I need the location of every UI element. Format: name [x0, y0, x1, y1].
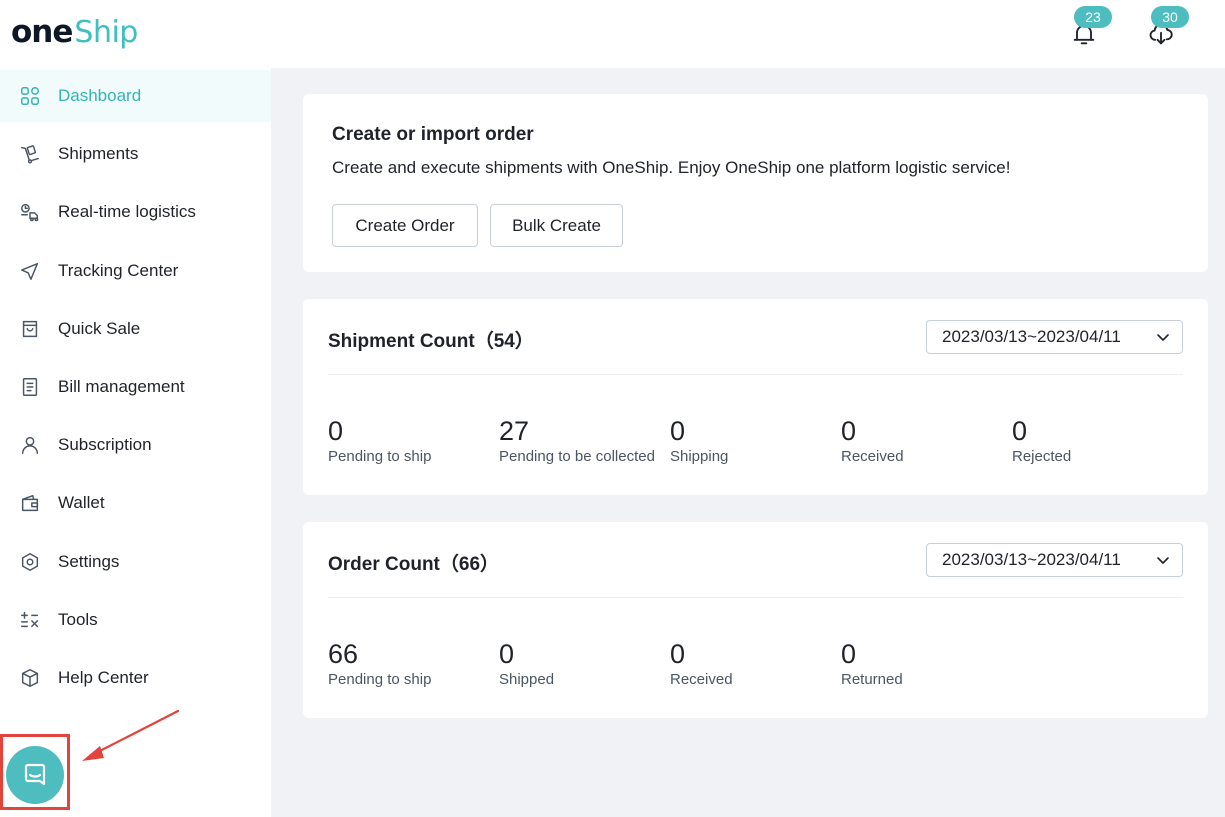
sidebar-item-settings[interactable]: Settings: [0, 536, 271, 588]
stat-received: 0 Received: [841, 416, 1011, 465]
stat-value: 0: [670, 639, 686, 669]
sidebar-item-real-time-logistics[interactable]: Real-time logistics: [0, 186, 271, 238]
stat-rejected: 0 Rejected: [1012, 416, 1182, 465]
sidebar-item-tracking-center[interactable]: Tracking Center: [0, 245, 271, 297]
sidebar-item-shipments[interactable]: Shipments: [0, 128, 271, 180]
chat-icon: [24, 763, 46, 786]
sidebar-item-label: Tracking Center: [58, 261, 179, 280]
stat-value: 0: [670, 416, 686, 446]
create-card-title: Create or import order: [332, 124, 534, 145]
stat-label: Pending to ship: [328, 448, 432, 465]
stat-label: Pending to be collected: [499, 448, 655, 465]
wallet-icon: [18, 491, 42, 515]
create-order-card: Create or import order Create and execut…: [303, 94, 1208, 272]
stat-label: Pending to ship: [328, 671, 432, 688]
logo-one: ONE: [11, 14, 73, 50]
stat-value: 27: [499, 416, 530, 446]
top-header: ONE Ship 23 30: [0, 0, 1225, 68]
sidebar-item-subscription[interactable]: Subscription: [0, 419, 271, 471]
divider: [328, 374, 1183, 375]
shipments-icon: [18, 142, 42, 166]
sidebar-item-dashboard[interactable]: Dashboard: [0, 70, 271, 122]
create-card-description: Create and execute shipments with OneShi…: [332, 158, 1011, 177]
chevron-down-icon: [1157, 557, 1169, 564]
sidebar-item-wallet[interactable]: Wallet: [0, 477, 271, 529]
navigation-icon: [18, 259, 42, 283]
stat-value: 0: [328, 416, 344, 446]
user-icon: [18, 433, 42, 457]
stat-returned: 0 Returned: [841, 639, 1011, 688]
order-date-range-picker[interactable]: 2023/03/13~2023/04/11: [926, 543, 1183, 577]
stat-label: Shipping: [670, 448, 729, 465]
downloads-badge: 30: [1151, 6, 1189, 28]
order-count-title: Order Count（66）: [328, 554, 500, 575]
stat-shipping: 0 Shipping: [670, 416, 840, 465]
notifications-badge: 23: [1074, 6, 1112, 28]
sidebar-item-label: Dashboard: [58, 86, 142, 105]
sidebar: Dashboard Shipments Real-time logistics …: [0, 68, 271, 708]
stat-received: 0 Received: [670, 639, 840, 688]
sidebar-item-help-center[interactable]: Help Center: [0, 652, 271, 704]
sidebar-item-bill-management[interactable]: Bill management: [0, 361, 271, 413]
shopping-bag-icon: [18, 317, 42, 341]
stat-label: Returned: [841, 671, 903, 688]
shipment-date-range-value: 2023/03/13~2023/04/11: [942, 327, 1121, 346]
box-icon: [18, 666, 42, 690]
sidebar-item-label: Wallet: [58, 493, 105, 512]
create-order-button[interactable]: Create Order: [332, 204, 478, 247]
divider: [328, 597, 1183, 598]
notifications-button[interactable]: 23: [1070, 6, 1112, 48]
dashboard-icon: [18, 84, 42, 108]
sidebar-item-label: Help Center: [58, 668, 149, 687]
stat-label: Received: [841, 448, 904, 465]
sidebar-item-label: Subscription: [58, 435, 152, 454]
stat-pending-to-ship: 0 Pending to ship: [328, 416, 498, 465]
stat-value: 0: [1012, 416, 1028, 446]
stat-label: Shipped: [499, 671, 555, 688]
oneship-logo[interactable]: ONE Ship: [11, 12, 138, 52]
hexagon-settings-icon: [18, 550, 42, 574]
sidebar-item-tools[interactable]: Tools: [0, 594, 271, 646]
calculator-icon: [18, 608, 42, 632]
sidebar-item-label: Shipments: [58, 144, 139, 163]
sidebar-item-label: Settings: [58, 552, 120, 571]
order-date-range-value: 2023/03/13~2023/04/11: [942, 550, 1121, 569]
stat-label: Received: [670, 671, 733, 688]
bulk-create-button[interactable]: Bulk Create: [490, 204, 623, 247]
logo-ship: Ship: [74, 15, 138, 50]
shipment-count-card: Shipment Count（54） 2023/03/13~2023/04/11…: [303, 299, 1208, 495]
stat-value: 0: [841, 639, 857, 669]
order-count-card: Order Count（66） 2023/03/13~2023/04/11 66…: [303, 522, 1208, 718]
stat-value: 66: [328, 639, 359, 669]
sidebar-item-label: Quick Sale: [58, 319, 141, 338]
stat-shipped: 0 Shipped: [499, 639, 669, 688]
sidebar-item-label: Tools: [58, 610, 98, 629]
stat-value: 0: [841, 416, 857, 446]
sidebar-item-label: Real-time logistics: [58, 202, 196, 221]
stat-pending-to-be-collected: 27 Pending to be collected: [499, 416, 669, 465]
stat-value: 0: [499, 639, 515, 669]
stat-pending-to-ship: 66 Pending to ship: [328, 639, 498, 688]
annotation-arrow-icon: [82, 709, 180, 761]
stat-label: Rejected: [1012, 448, 1072, 465]
bill-icon: [18, 375, 42, 399]
sidebar-item-quick-sale[interactable]: Quick Sale: [0, 303, 271, 355]
chevron-down-icon: [1157, 334, 1169, 341]
chat-launcher-button[interactable]: [6, 746, 64, 804]
downloads-button[interactable]: 30: [1147, 6, 1189, 48]
shipment-date-range-picker[interactable]: 2023/03/13~2023/04/11: [926, 320, 1183, 354]
sidebar-item-label: Bill management: [58, 377, 185, 396]
logistics-icon: [18, 200, 42, 224]
shipment-count-title: Shipment Count（54）: [328, 331, 534, 352]
